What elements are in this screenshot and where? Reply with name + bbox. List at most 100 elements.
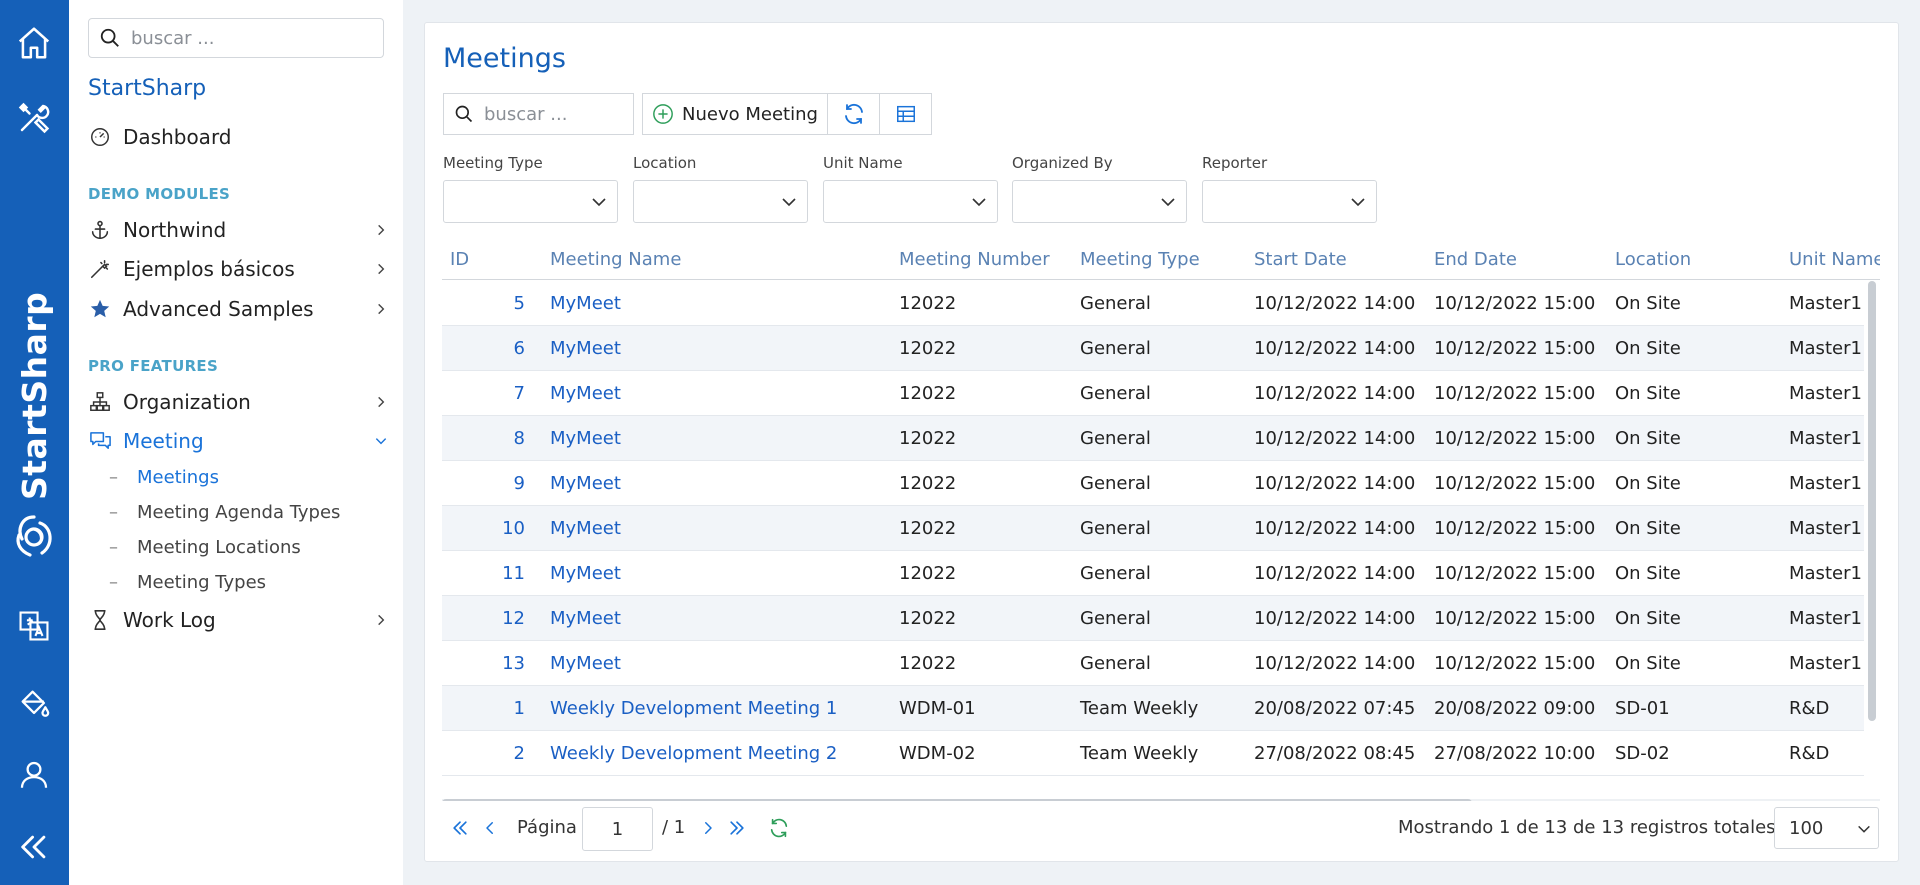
nav-advanced-label: Advanced Samples (123, 297, 314, 321)
cell-meeting-name[interactable]: Weekly Development Meeting 2 (550, 731, 837, 776)
chevron-right-icon (378, 614, 385, 626)
table-row[interactable]: 5 MyMeet 12022 General 10/12/2022 14:00 10/12… (442, 281, 1864, 326)
first-page-button[interactable] (447, 815, 473, 841)
subnav-meetings-label: Meetings (137, 467, 219, 488)
cell-id: 5 (513, 293, 525, 314)
cell-meeting-number: 12022 (899, 428, 957, 449)
cell-meeting-type: General (1080, 428, 1151, 449)
column-header-meeting-number[interactable]: Meeting Number (899, 239, 1050, 280)
nav-northwind[interactable]: Northwind (88, 213, 388, 247)
paint-bucket-icon[interactable] (11, 680, 57, 726)
nav-advanced-samples[interactable]: Advanced Samples (88, 292, 388, 326)
table-row[interactable]: 2 Weekly Development Meeting 2 WDM-02 Team … (442, 731, 1864, 776)
page-number-input[interactable] (582, 807, 653, 851)
records-status: Mostrando 1 de 13 de 13 registros totale… (1398, 817, 1776, 838)
page-label: Página (517, 817, 577, 838)
cell-meeting-name[interactable]: MyMeet (550, 326, 621, 371)
cell-meeting-name[interactable]: Weekly Development Meeting 1 (550, 686, 837, 731)
cell-meeting-name[interactable]: MyMeet (550, 416, 621, 461)
pager-refresh-button[interactable] (766, 815, 792, 841)
chevron-left-icon (486, 822, 493, 834)
column-header-id[interactable]: ID (450, 239, 469, 280)
new-meeting-button[interactable]: Nuevo Meeting (642, 93, 828, 135)
translate-icon[interactable] (11, 603, 57, 649)
chevron-down-icon (782, 198, 796, 207)
nav-work-log[interactable]: Work Log (88, 603, 388, 637)
column-header-location[interactable]: Location (1615, 239, 1691, 280)
cell-meeting-type: General (1080, 293, 1151, 314)
table-row[interactable]: 12 MyMeet 12022 General 10/12/2022 14:00 10/1… (442, 596, 1864, 641)
grid-search-input[interactable] (484, 103, 624, 125)
nav-northwind-label: Northwind (123, 218, 227, 242)
column-header-start-date[interactable]: Start Date (1254, 239, 1347, 280)
grid-search[interactable] (443, 93, 634, 135)
cell-location: On Site (1615, 428, 1681, 449)
cell-end-date: 10/12/2022 15:00 (1434, 383, 1596, 404)
table-icon (896, 105, 915, 123)
filter-organized-by-select[interactable] (1012, 180, 1187, 223)
sidebar-search-input[interactable] (131, 27, 311, 49)
last-page-button[interactable] (724, 815, 750, 841)
tools-icon[interactable] (11, 95, 57, 141)
subnav-meeting-agenda-types[interactable]: – Meeting Agenda Types (109, 502, 340, 523)
cell-meeting-name[interactable]: MyMeet (550, 596, 621, 641)
cell-meeting-name[interactable]: MyMeet (550, 371, 621, 416)
column-picker-button[interactable] (879, 93, 932, 135)
cell-meeting-type: General (1080, 518, 1151, 539)
horizontal-scroll-thumb[interactable] (442, 799, 1472, 801)
subnav-meeting-types[interactable]: – Meeting Types (109, 572, 266, 593)
vertical-scrollbar[interactable] (1868, 281, 1876, 721)
column-header-meeting-name[interactable]: Meeting Name (550, 239, 681, 280)
subnav-meeting-locations[interactable]: – Meeting Locations (109, 537, 301, 558)
table-row[interactable]: 6 MyMeet 12022 General 10/12/2022 14:00 10/12… (442, 326, 1864, 371)
home-icon[interactable] (11, 20, 57, 66)
total-pages: / 1 (662, 817, 686, 838)
refresh-button[interactable] (827, 93, 880, 135)
cell-unit-name: R&D (1789, 743, 1830, 764)
cell-meeting-name[interactable]: MyMeet (550, 551, 621, 596)
next-page-button[interactable] (695, 815, 721, 841)
cell-id: 7 (513, 383, 525, 404)
nav-meeting[interactable]: Meeting (88, 424, 388, 458)
page-size-select[interactable]: 100 (1774, 807, 1879, 849)
cell-id: 10 (502, 518, 525, 539)
cell-meeting-name[interactable]: MyMeet (550, 461, 621, 506)
nav-ejemplos-basicos[interactable]: Ejemplos básicos (88, 252, 388, 286)
sidebar-brand[interactable]: StartSharp (88, 76, 206, 101)
prev-page-button[interactable] (477, 815, 503, 841)
nav-dashboard[interactable]: Dashboard (88, 120, 388, 154)
chevron-right-icon (378, 396, 385, 408)
filter-meeting-type-select[interactable] (443, 180, 618, 223)
table-row[interactable]: 7 MyMeet 12022 General 10/12/2022 14:00 10/12… (442, 371, 1864, 416)
table-row[interactable]: 10 MyMeet 12022 General 10/12/2022 14:00 10/1… (442, 506, 1864, 551)
column-header-meeting-type[interactable]: Meeting Type (1080, 239, 1200, 280)
table-row[interactable]: 13 MyMeet 12022 General 10/12/2022 14:00 10/1… (442, 641, 1864, 686)
table-row[interactable]: 11 MyMeet 12022 General 10/12/2022 14:00 10/1… (442, 551, 1864, 596)
sub-dash: – (109, 537, 118, 558)
filter-meeting-type-label: Meeting Type (443, 154, 543, 172)
column-header-unit-name[interactable]: Unit Name (1789, 239, 1880, 280)
cell-meeting-name[interactable]: MyMeet (550, 641, 621, 686)
table-row[interactable]: 9 MyMeet 12022 General 10/12/2022 14:00 10/12… (442, 461, 1864, 506)
table-row[interactable]: 1 Weekly Development Meeting 1 WDM-01 Team … (442, 686, 1864, 731)
table-row[interactable]: 8 MyMeet 12022 General 10/12/2022 14:00 10/12… (442, 416, 1864, 461)
grid-header: ID Meeting Name Meeting Number Meeting T… (442, 239, 1880, 280)
column-header-end-date[interactable]: End Date (1434, 239, 1517, 280)
filter-reporter-select[interactable] (1202, 180, 1377, 223)
filter-location-select[interactable] (633, 180, 808, 223)
cell-meeting-number: 12022 (899, 518, 957, 539)
filter-unit-name-select[interactable] (823, 180, 998, 223)
cell-location: On Site (1615, 338, 1681, 359)
cell-start-date: 10/12/2022 14:00 (1254, 518, 1416, 539)
sidebar-search[interactable] (88, 18, 384, 58)
cell-meeting-name[interactable]: MyMeet (550, 281, 621, 326)
user-icon[interactable] (11, 752, 57, 798)
horizontal-scrollbar[interactable] (442, 799, 1880, 801)
collapse-icon[interactable] (11, 824, 57, 870)
nav-organization[interactable]: Organization (88, 385, 388, 419)
subnav-types-label: Meeting Types (137, 572, 267, 593)
cell-unit-name: R&D (1789, 698, 1830, 719)
subnav-meetings[interactable]: – Meetings (109, 467, 219, 488)
cell-meeting-name[interactable]: MyMeet (550, 506, 621, 551)
chevron-down-icon (1351, 198, 1365, 207)
